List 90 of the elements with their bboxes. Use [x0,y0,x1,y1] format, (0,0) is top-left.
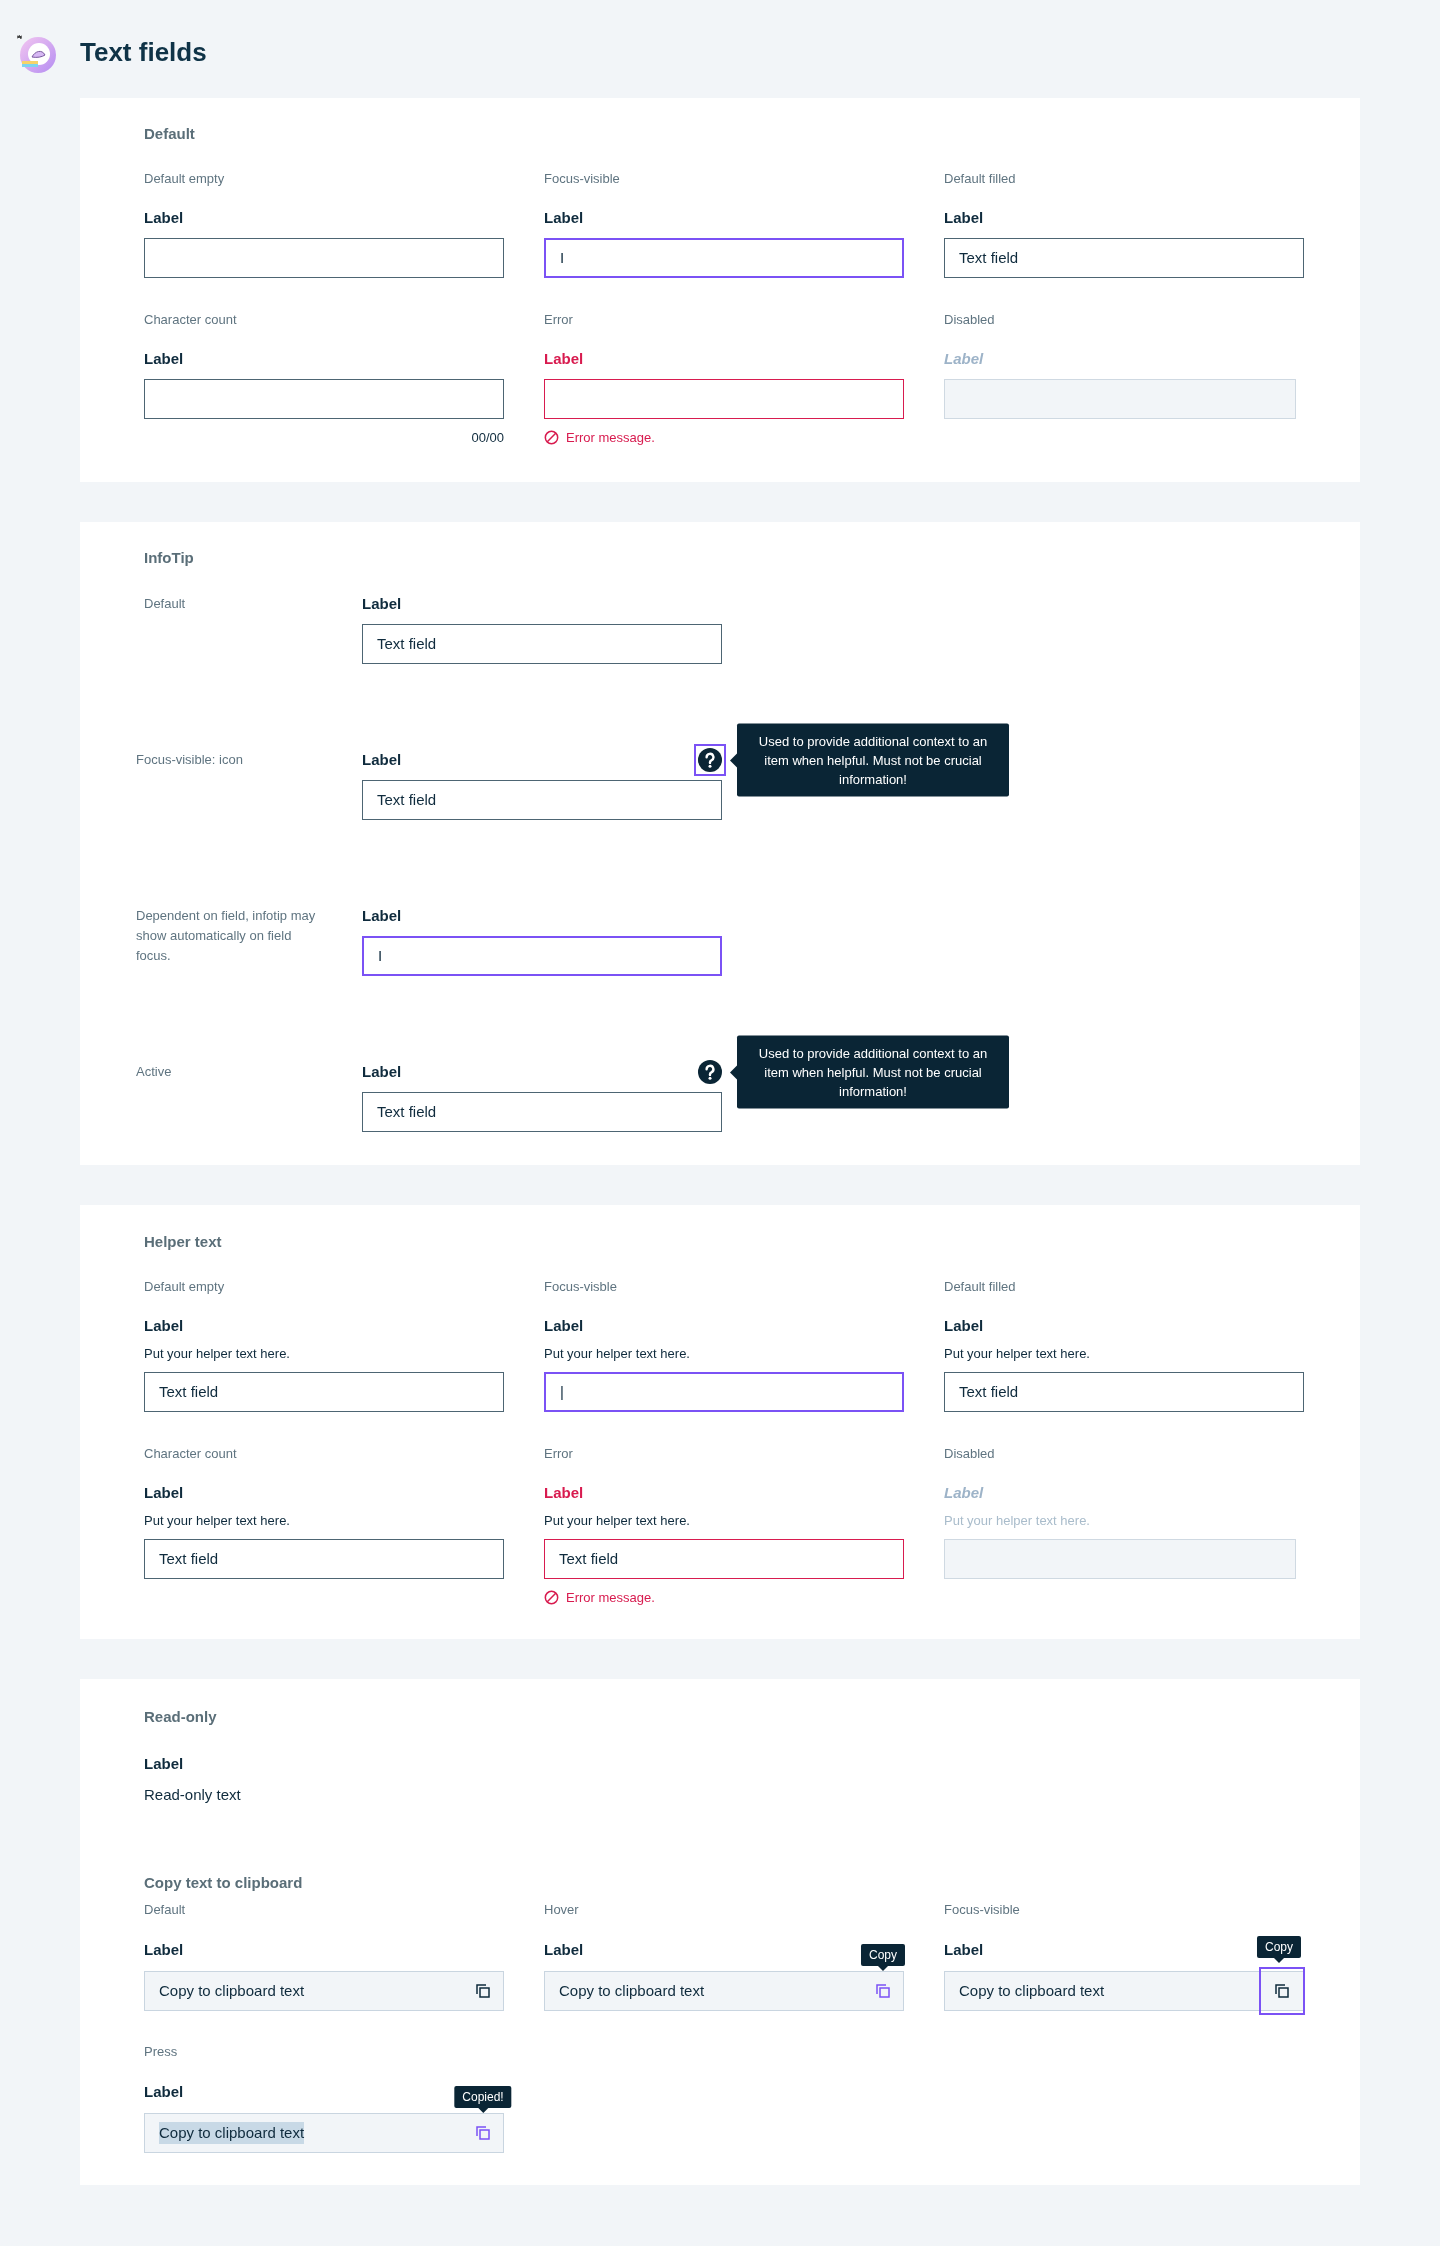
state-caption: Hover [544,1900,580,1919]
copy-icon [875,1982,891,1999]
error-message: Error message. [566,1589,655,1607]
text-field[interactable]: Text field [362,1092,722,1132]
state-caption: Character count [144,311,238,329]
field-label: Label [944,1939,984,1960]
field-label: Label [544,208,584,228]
section-title: Read-only [144,1706,218,1727]
copy-icon [475,2124,491,2141]
field-label: Label [544,1316,584,1336]
field-label: Label [362,1062,402,1082]
copy-tooltip: Copy [1257,1935,1301,1963]
field-label: Label [544,1483,584,1503]
state-caption: Error [544,311,574,329]
section-title: Default [144,124,196,144]
state-caption: Default filled [944,1278,1017,1296]
field-label: Label [144,1483,184,1503]
helper-text: Put your helper text here. [944,1345,1091,1363]
question-icon [698,748,722,772]
text-field[interactable] [144,238,504,278]
state-caption: Press [144,2042,179,2061]
state-caption: Focus-visible: icon [136,751,244,769]
copy-text: Copy to clipboard text [159,2121,305,2144]
character-count: 00/00 [471,429,504,447]
copy-button[interactable] [1259,1966,1305,2015]
text-field[interactable]: Text field [544,1539,904,1579]
field-label: Label [544,349,584,369]
field-label: Label [144,1753,184,1774]
field-label: Label [144,2081,184,2102]
section-title: Copy text to clipboard [144,1872,304,1893]
helper-text: Put your helper text here. [544,1512,691,1530]
field-label: Label [944,1483,984,1503]
text-field[interactable]: Text field [362,624,722,664]
state-caption: Default [144,595,187,613]
state-caption: Focus-visble [544,1278,618,1296]
helper-text: Put your helper text here. [144,1512,291,1530]
copy-icon [1274,1982,1290,1999]
text-field[interactable]: | [544,1372,904,1412]
state-caption: Focus-visible [544,170,621,188]
helper-text: Put your helper text here. [944,1512,1091,1530]
read-only-text: Read-only text [144,1784,242,1805]
field-label: Label [362,750,402,770]
text-field[interactable]: Text field [944,238,1304,278]
helper-text: Put your helper text here. [544,1345,691,1363]
error-icon [544,430,559,446]
copy-text: Copy to clipboard text [959,1980,1105,2001]
field-label: Label [144,1939,184,1960]
text-field[interactable] [544,379,904,419]
copy-text: Copy to clipboard text [159,1980,305,2001]
text-field[interactable]: Text field [362,780,722,820]
field-label: Label [944,1316,984,1336]
state-caption: Default empty [144,170,226,188]
state-caption: Active [136,1063,173,1081]
section-title: InfoTip [144,548,195,568]
state-caption: Error [544,1445,574,1463]
text-field[interactable]: Text field [144,1539,504,1579]
state-caption: Character count [144,1445,238,1463]
field-label: Label [362,594,402,614]
text-field[interactable]: I [362,936,722,976]
field-label: Label [144,1316,184,1336]
text-field[interactable]: I [544,238,904,278]
field-label: Label [944,208,984,228]
state-caption: Disabled [944,1445,996,1463]
state-caption: Disabled [944,311,996,329]
page-title: Text fields [80,36,207,69]
error-message: Error message. [566,429,655,447]
infotip-tooltip: Used to provide additional context to an item when helpful. Must not be crucial information! [730,1035,1009,1109]
state-caption: Default filled [944,170,1017,188]
text-field[interactable] [144,379,504,419]
state-caption: Focus-visible [944,1900,1021,1919]
text-field[interactable]: Text field [144,1372,504,1412]
copy-tooltip: Copy [861,1943,905,1971]
error-icon [544,1590,559,1606]
field-label: Label [944,349,984,369]
text-field[interactable]: Text field [944,1372,1304,1412]
state-caption: Default empty [144,1278,226,1296]
section-title: Helper text [144,1232,223,1252]
question-icon [698,1060,722,1084]
copy-tooltip: Copied! [454,2085,512,2113]
field-label: Label [144,208,184,228]
state-caption: Default [144,1900,187,1919]
field-label: Label [362,906,402,926]
helper-text: Put your helper text here. [144,1345,291,1363]
field-label: Label [144,349,184,369]
infotip-tooltip: Used to provide additional context to an item when helpful. Must not be crucial information! [730,723,1009,797]
state-caption: Dependent on field, infotip may show automatically on field focus. [136,907,317,965]
copy-icon [475,1982,491,1999]
field-label: Label [544,1939,584,1960]
infotip-button[interactable] [694,744,726,776]
copy-text: Copy to clipboard text [559,1980,705,2001]
